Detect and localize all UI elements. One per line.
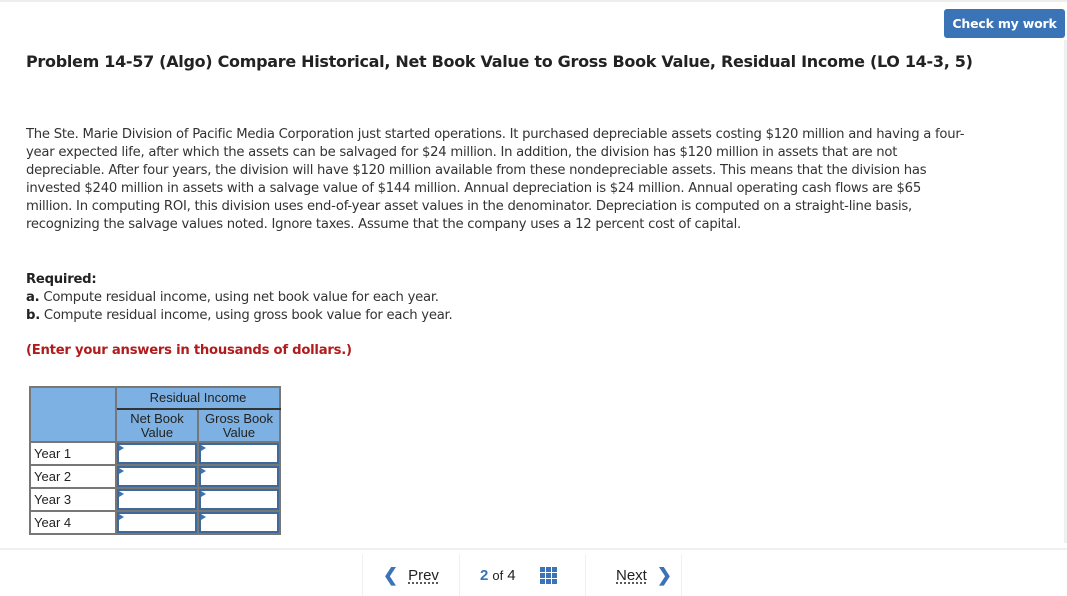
requirement-letter: b. — [26, 308, 40, 323]
top-divider — [0, 0, 1067, 2]
table-row: Year 2 — [29, 464, 281, 489]
table-row: Year 3 — [29, 487, 281, 512]
problem-description: The Ste. Marie Division of Pacific Media… — [26, 127, 965, 232]
next-button[interactable]: Next ❯ — [585, 554, 682, 596]
check-my-work-button[interactable]: Check my work — [944, 9, 1065, 38]
footer-divider — [0, 548, 1067, 550]
residual-income-header: Residual Income — [115, 386, 281, 410]
chevron-right-icon: ❯ — [656, 564, 672, 585]
year-4-net-book-value-input[interactable] — [117, 512, 197, 533]
prev-link[interactable]: Prev — [408, 567, 439, 584]
net-book-value-header: Net Book Value — [115, 408, 199, 443]
grid-icon[interactable] — [539, 566, 557, 584]
pagination: ❮ Prev 2 of 4 Next ❯ — [362, 554, 682, 596]
row-label: Year 2 — [29, 464, 117, 489]
table-row: Year 1 — [29, 441, 281, 466]
answer-instruction: (Enter your answers in thousands of doll… — [26, 343, 352, 358]
prev-button[interactable]: ❮ Prev — [362, 554, 459, 596]
year-2-gross-book-value-input[interactable] — [199, 466, 279, 487]
next-link[interactable]: Next — [616, 567, 647, 584]
row-label: Year 1 — [29, 441, 117, 466]
year-3-net-book-value-input[interactable] — [117, 489, 197, 510]
year-1-gross-book-value-input[interactable] — [199, 443, 279, 464]
row-label: Year 3 — [29, 487, 117, 512]
gross-book-value-header: Gross Book Value — [197, 408, 281, 443]
total-pages: 4 — [507, 566, 516, 584]
requirement-text: Compute residual income, using gross boo… — [39, 308, 453, 323]
requirement-text: Compute residual income, using net book … — [39, 290, 439, 305]
requirement-b: b. Compute residual income, using gross … — [26, 307, 726, 325]
year-1-net-book-value-input[interactable] — [117, 443, 197, 464]
requirements-section: Required: a. Compute residual income, us… — [26, 271, 726, 325]
page-of-label: of — [492, 567, 504, 583]
requirement-letter: a. — [26, 290, 40, 305]
year-2-net-book-value-input[interactable] — [117, 466, 197, 487]
table-row: Year 4 — [29, 510, 281, 535]
problem-title: Problem 14-57 (Algo) Compare Historical,… — [26, 52, 973, 71]
table-corner-header — [29, 386, 117, 443]
year-4-gross-book-value-input[interactable] — [199, 512, 279, 533]
row-label: Year 4 — [29, 510, 117, 535]
page-indicator: 2 of 4 — [459, 554, 585, 596]
required-heading: Required: — [26, 272, 97, 287]
residual-income-table: Residual Income Net Book Value Gross Boo… — [29, 386, 281, 535]
chevron-left-icon: ❮ — [383, 564, 399, 585]
current-page: 2 — [480, 566, 489, 584]
year-3-gross-book-value-input[interactable] — [199, 489, 279, 510]
requirement-a: a. Compute residual income, using net bo… — [26, 289, 726, 307]
